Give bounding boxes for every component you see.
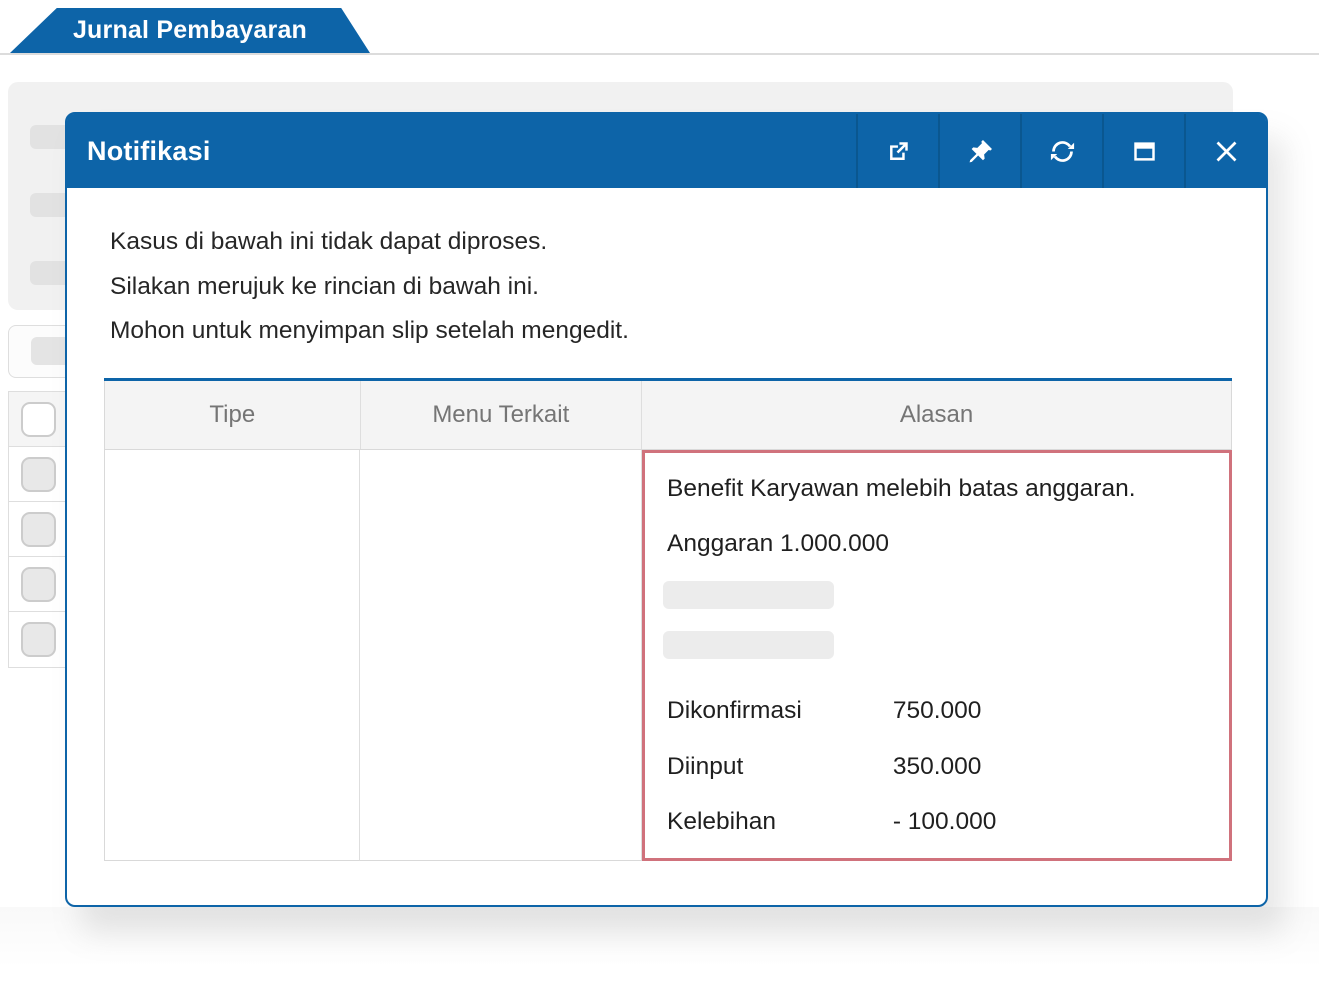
- detail-row-dikonfirmasi: Dikonfirmasi 750.000: [667, 697, 981, 725]
- detail-label: Dikonfirmasi: [667, 697, 886, 725]
- message-line: Kasus di bawah ini tidak dapat diproses.: [110, 220, 629, 265]
- refresh-icon: [1049, 138, 1076, 165]
- close-icon: [1213, 138, 1240, 165]
- tab-label: Jurnal Pembayaran: [73, 16, 307, 45]
- row-checkbox: [21, 567, 56, 602]
- pin-button[interactable]: [938, 114, 1020, 188]
- message-line: Mohon untuk menyimpan slip setelah menge…: [110, 309, 629, 354]
- detail-row-kelebihan: Kelebihan - 100.000: [667, 808, 996, 836]
- open-external-button[interactable]: [856, 114, 938, 188]
- row-checkbox: [21, 622, 56, 657]
- select-all-checkbox: [21, 402, 56, 437]
- dialog-header: Notifikasi: [67, 114, 1266, 188]
- detail-label: Diinput: [667, 753, 886, 781]
- dialog-title: Notifikasi: [67, 114, 856, 188]
- cell-tipe: [104, 450, 360, 861]
- cell-alasan-highlighted: Benefit Karyawan melebih batas anggaran.…: [642, 450, 1232, 861]
- detail-value: - 100.000: [893, 808, 997, 835]
- table-header-row: Tipe Menu Terkait Alasan: [104, 381, 1232, 450]
- open-external-icon: [885, 138, 912, 165]
- notification-table: Tipe Menu Terkait Alasan Benefit Karyawa…: [104, 378, 1232, 861]
- skeleton-bar: [663, 631, 834, 659]
- column-header-tipe: Tipe: [105, 381, 361, 449]
- refresh-button[interactable]: [1020, 114, 1102, 188]
- column-header-menu-terkait: Menu Terkait: [361, 381, 643, 449]
- message-line: Silakan merujuk ke rincian di bawah ini.: [110, 265, 629, 310]
- budget-text: Anggaran 1.000.000: [667, 530, 889, 558]
- reason-text: Benefit Karyawan melebih batas anggaran.: [667, 475, 1136, 503]
- page-divider: [0, 53, 1319, 55]
- table-row: Benefit Karyawan melebih batas anggaran.…: [104, 450, 1232, 861]
- maximize-icon: [1131, 138, 1158, 165]
- detail-label: Kelebihan: [667, 808, 886, 836]
- row-checkbox: [21, 457, 56, 492]
- row-checkbox: [21, 512, 56, 547]
- notification-dialog: Notifikasi: [65, 112, 1268, 907]
- tab-jurnal-pembayaran[interactable]: Jurnal Pembayaran: [10, 8, 370, 53]
- pin-icon: [967, 138, 994, 165]
- page-bottom-fade: [0, 907, 1319, 983]
- detail-row-diinput: Diinput 350.000: [667, 753, 981, 781]
- dialog-messages: Kasus di bawah ini tidak dapat diproses.…: [110, 220, 629, 354]
- cell-menu-terkait: [360, 450, 642, 861]
- skeleton-bar: [663, 581, 834, 609]
- close-button[interactable]: [1184, 114, 1266, 188]
- maximize-button[interactable]: [1102, 114, 1184, 188]
- detail-value: 750.000: [893, 697, 982, 724]
- detail-value: 350.000: [893, 753, 982, 780]
- column-header-alasan: Alasan: [642, 381, 1231, 449]
